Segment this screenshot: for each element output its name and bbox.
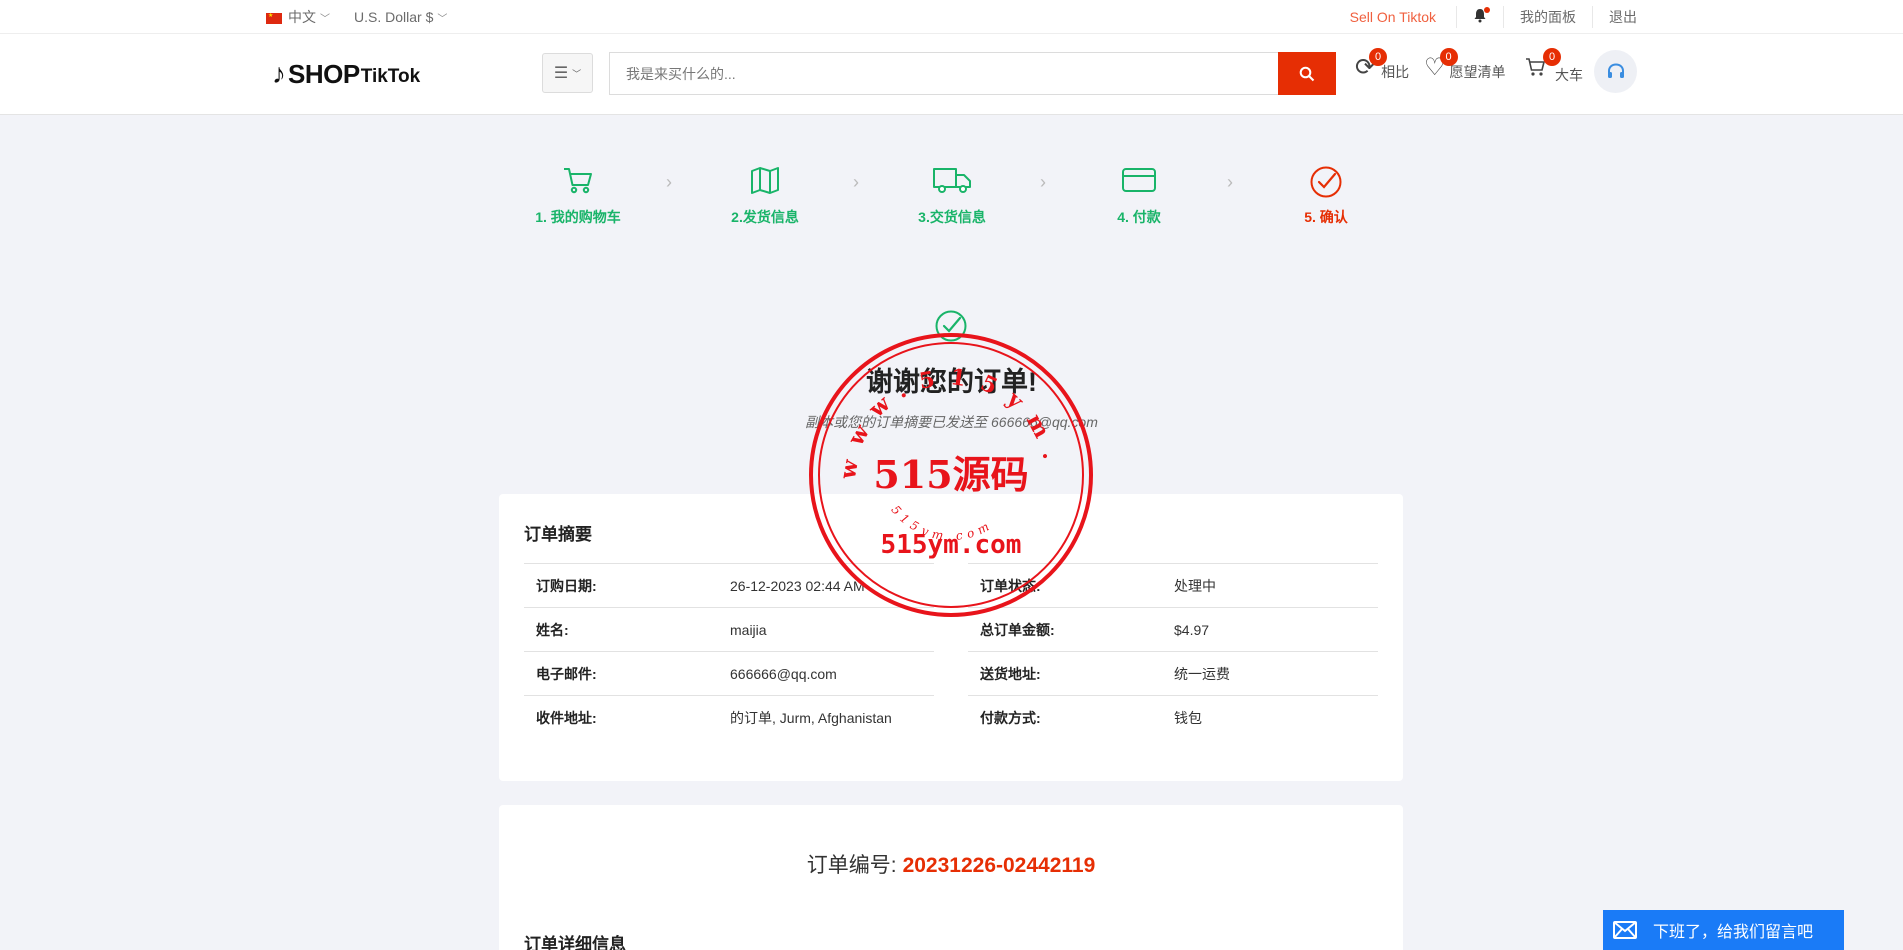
thank-you-title: 谢谢您的订单!: [866, 367, 1037, 397]
notifications-button[interactable]: [1457, 6, 1503, 27]
hamburger-icon: ☰: [553, 65, 569, 82]
category-menu-button[interactable]: ☰ ﹀: [542, 53, 593, 93]
step-cart: 1. 我的购物车: [508, 165, 648, 227]
summary-row: 订购日期: 26-12-2023 02:44 AM: [524, 563, 934, 607]
step-payment: 4. 付款: [1069, 165, 1209, 227]
order-number: 订单编号: 20231226-02442119: [806, 854, 1096, 877]
svg-text:www.515ym.com: www.515ym.com: [806, 330, 1066, 482]
customer-support-button[interactable]: [1594, 50, 1637, 93]
success-check-icon: [935, 310, 967, 342]
wishlist-link[interactable]: ♡ 0 愿望清单: [1424, 48, 1506, 80]
cart-icon: 0: [1525, 48, 1561, 83]
stamp-ring-text: www.515ym.com: [806, 330, 1052, 482]
compare-count-badge: 0: [1369, 48, 1388, 66]
step-confirm: 5. 确认: [1256, 165, 1396, 227]
stamp-main-text: 515源码: [873, 452, 1028, 497]
language-selector[interactable]: 中文﹀: [266, 7, 330, 27]
bell-icon: [1473, 6, 1490, 27]
search-bar: [609, 52, 1336, 95]
sell-on-tiktok-link[interactable]: Sell On Tiktok: [1330, 9, 1456, 25]
search-icon: [1299, 66, 1315, 81]
chevron-right-icon: ›: [853, 172, 859, 192]
thank-you-subtitle: 副本或您的订单摘要已发送至 666666@qq.com: [805, 414, 1098, 430]
order-summary-title: 订单摘要: [524, 525, 592, 544]
summary-row: 收件地址: 的订单, Jurm, Afghanistan: [524, 695, 934, 739]
heart-icon: ♡ 0: [1424, 48, 1458, 80]
leave-message-chat-button[interactable]: 下班了，给我们留言吧: [1603, 910, 1844, 950]
order-details-card: 订单编号: 20231226-02442119 订单详细信息: [499, 805, 1403, 950]
search-button[interactable]: [1278, 52, 1336, 95]
summary-left-column: 订购日期: 26-12-2023 02:44 AM 姓名: maijia 电子邮件:…: [524, 563, 934, 739]
step-shipping-info: 2.发货信息: [695, 165, 835, 227]
china-flag-icon: [266, 12, 282, 24]
cart-count-badge: 0: [1543, 48, 1561, 66]
chevron-down-icon: ﹀: [572, 68, 582, 79]
wishlist-count-badge: 0: [1439, 48, 1458, 66]
notification-dot: [1484, 6, 1490, 13]
summary-row: 电子邮件: 666666@qq.com: [524, 651, 934, 695]
headset-icon: [1607, 62, 1624, 78]
summary-row: 付款方式: 钱包: [968, 695, 1378, 739]
chevron-down-icon: ﹀: [437, 14, 448, 25]
top-bar: 中文﹀ U.S. Dollar $﹀ Sell On Tiktok 我的面板 退…: [0, 0, 1903, 34]
dashboard-link[interactable]: 我的面板: [1504, 7, 1592, 27]
logout-link[interactable]: 退出: [1593, 7, 1637, 27]
step-delivery-info: 3.交货信息: [882, 165, 1022, 227]
currency-selector[interactable]: U.S. Dollar $ ﹀: [354, 9, 447, 25]
summary-row: 姓名: maijia: [524, 607, 934, 651]
chevron-right-icon: ›: [1227, 172, 1233, 192]
order-summary-card: 订单摘要 订购日期: 26-12-2023 02:44 AM 姓名: maijia …: [499, 494, 1403, 781]
chevron-down-icon: ﹀: [320, 14, 330, 25]
chevron-right-icon: ›: [1040, 172, 1046, 192]
map-icon: [695, 165, 835, 199]
compare-link[interactable]: ⟳ 0 相比: [1355, 48, 1409, 80]
summary-row: 送货地址: 统一运费: [968, 651, 1378, 695]
search-input[interactable]: [609, 52, 1278, 95]
chevron-right-icon: ›: [666, 172, 672, 192]
summary-row: 总订单金额: $4.97: [968, 607, 1378, 651]
compare-icon: ⟳ 0: [1355, 48, 1388, 80]
cart-link[interactable]: 0 大车: [1525, 48, 1583, 83]
check-circle-icon: [1256, 165, 1396, 199]
mail-icon: [1613, 921, 1637, 939]
order-details-title: 订单详细信息: [524, 935, 626, 950]
site-logo[interactable]: ♪ SHOP TikTok: [272, 58, 420, 90]
cart-icon: [508, 165, 648, 199]
summary-row: 订单状态: 处理中: [968, 563, 1378, 607]
card-icon: [1069, 165, 1209, 199]
tiktok-note-icon: ♪: [272, 58, 286, 89]
summary-right-column: 订单状态: 处理中 总订单金额: $4.97 送货地址: 统一运费 付款方式: 钱包: [968, 563, 1378, 739]
truck-icon: [882, 165, 1022, 199]
